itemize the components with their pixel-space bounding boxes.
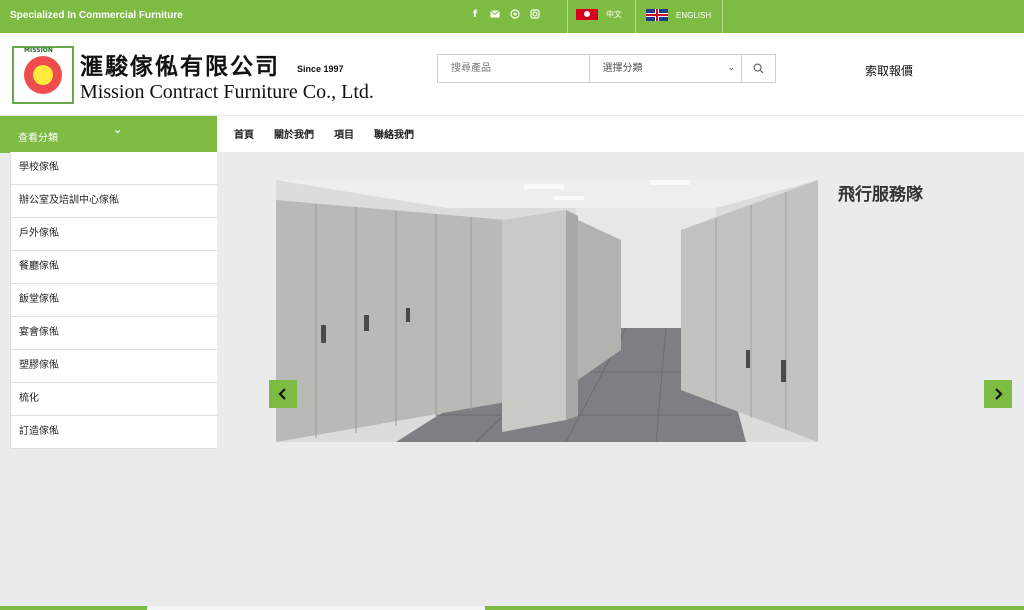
sidebar-item-custom[interactable]: 訂造傢俬: [10, 416, 217, 449]
sidebar-item-office[interactable]: 辦公室及培訓中心傢俬: [10, 185, 217, 218]
nav-row: 查看分類 ⌄ 首頁 關於我們 項目 聯絡我們: [0, 115, 1024, 153]
divider: [635, 0, 636, 33]
sidebar-item-canteen[interactable]: 飯堂傢俬: [10, 284, 217, 317]
sidebar-item-banquet[interactable]: 宴會傢俬: [10, 317, 217, 350]
hk-flag-icon: [576, 9, 598, 20]
slide-image: [276, 180, 818, 442]
chevron-right-icon: [995, 388, 1003, 400]
sidebar-item-outdoor[interactable]: 戶外傢俬: [10, 218, 217, 251]
company-name-zh: 滙駿傢俬有限公司: [80, 53, 280, 80]
chevron-left-icon: [278, 388, 286, 400]
company-logo[interactable]: MISSION: [12, 46, 74, 104]
lang-en-label: ENGLISH: [676, 10, 712, 20]
divider: [567, 0, 568, 33]
chevron-down-icon: ⌄: [113, 123, 123, 136]
email-icon[interactable]: [490, 9, 500, 21]
request-quote-link[interactable]: 索取報價: [865, 62, 913, 79]
divider: [722, 0, 723, 33]
lang-zh[interactable]: 中文: [576, 9, 622, 20]
product-search: 選擇分類 ⌄: [437, 54, 776, 83]
sidebar-item-sofa[interactable]: 梳化: [10, 383, 217, 416]
menu-item-projects[interactable]: 項目: [334, 126, 354, 141]
top-bar: Specialized In Commercial Furniture f 中文…: [0, 0, 1024, 33]
lang-zh-label: 中文: [606, 10, 622, 19]
since-label: Since 1997: [297, 64, 344, 74]
sidebar-item-restaurant[interactable]: 餐廳傢俬: [10, 251, 217, 284]
company-name-en: Mission Contract Furniture Co., Ltd.: [80, 81, 374, 103]
search-input[interactable]: [438, 55, 590, 82]
menu-item-contact[interactable]: 聯絡我們: [374, 126, 414, 141]
chevron-down-icon: ⌄: [727, 63, 736, 73]
search-button[interactable]: [742, 55, 775, 82]
category-select[interactable]: 選擇分類 ⌄: [590, 55, 743, 82]
bottom-strip: [0, 606, 1024, 610]
menu-item-about[interactable]: 關於我們: [274, 126, 314, 141]
tagline: Specialized In Commercial Furniture: [10, 10, 183, 21]
facebook-icon[interactable]: f: [470, 9, 480, 21]
uk-flag-icon: [646, 9, 668, 21]
whatsapp-icon[interactable]: [510, 9, 520, 21]
instagram-icon[interactable]: [530, 9, 540, 21]
sidebar-item-plastic[interactable]: 塑膠傢俬: [10, 350, 217, 383]
site-header: MISSION 滙駿傢俬有限公司 Since 1997 Mission Cont…: [0, 33, 1024, 115]
slider-prev-button[interactable]: [269, 380, 297, 408]
lang-en[interactable]: ENGLISH: [646, 9, 711, 21]
category-sidebar: 學校傢俬 辦公室及培訓中心傢俬 戶外傢俬 餐廳傢俬 飯堂傢俬 宴會傢俬 塑膠傢俬…: [10, 152, 217, 449]
social-links: f: [470, 9, 540, 21]
sun-icon: [24, 56, 62, 94]
main-menu: 首頁 關於我們 項目 聯絡我們: [234, 126, 434, 141]
menu-item-home[interactable]: 首頁: [234, 126, 254, 141]
category-toggle[interactable]: 查看分類 ⌄: [0, 116, 217, 153]
slider-next-button[interactable]: [984, 380, 1012, 408]
search-icon: [753, 63, 764, 74]
slide-title: 飛行服務隊: [838, 185, 923, 205]
sidebar-item-school[interactable]: 學校傢俬: [10, 152, 217, 185]
